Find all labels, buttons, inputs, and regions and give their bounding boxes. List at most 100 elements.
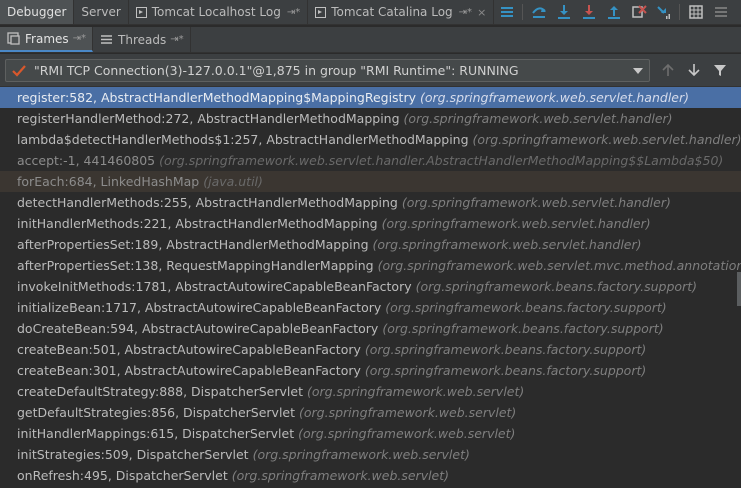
frame-package: (org.springframework.beans.factory.suppo… — [415, 279, 697, 294]
evaluate-expression-button[interactable] — [683, 0, 708, 24]
frame-package: (org.springframework.web.servlet) — [252, 447, 470, 462]
frame-method: accept:-1, 441460805 — [17, 153, 156, 168]
stack-frame-row[interactable]: invokeInitMethods:1781, AbstractAutowire… — [0, 276, 741, 297]
frame-package: (org.springframework.web.servlet) — [231, 468, 450, 483]
tab-debugger[interactable]: Debugger — [0, 0, 75, 24]
pin-tab-icon[interactable]: ⇥* — [73, 33, 86, 44]
drop-frame-icon — [632, 5, 647, 18]
stack-frame-row[interactable]: initStrategies:509, DispatcherServlet (or… — [0, 444, 741, 465]
tab-tomcat-localhost-log[interactable]: Tomcat Localhost Log ⇥* — [129, 0, 309, 24]
stack-frame-row[interactable]: onRefresh:495, DispatcherServlet (org.spr… — [0, 465, 741, 486]
stack-frame-row[interactable]: afterPropertiesSet:189, AbstractHandlerM… — [0, 234, 741, 255]
frame-package: (org.springframework.beans.factory.suppo… — [364, 363, 647, 378]
frames-icon — [7, 32, 20, 45]
frame-package: (org.springframework.web.servlet.handler… — [381, 216, 651, 231]
step-into-button[interactable] — [551, 0, 576, 24]
stack-frame-row[interactable]: accept:-1, 441460805 (org.springframework… — [0, 150, 741, 171]
frame-method: createDefaultStrategy:888, DispatcherSer… — [17, 384, 303, 399]
pin-tab-icon[interactable]: ⇥* — [459, 7, 472, 18]
frame-method: initHandlerMethods:221, AbstractHandlerM… — [17, 216, 378, 231]
stack-frame-row[interactable]: initHandlerMethods:221, AbstractHandlerM… — [0, 213, 741, 234]
calculator-icon — [689, 5, 703, 19]
stack-frame-row[interactable]: register:582, AbstractHandlerMethodMappi… — [0, 87, 741, 108]
log-console-icon — [135, 6, 147, 18]
frame-package: (org.springframework.web.servlet.handler… — [401, 195, 671, 210]
stack-frame-row[interactable]: afterPropertiesSet:138, RequestMappingHa… — [0, 255, 741, 276]
tab-threads[interactable]: Threads ⇥* — [93, 27, 191, 52]
thread-selector-row: "RMI TCP Connection(3)-127.0.0.1"@1,875 … — [0, 54, 741, 87]
close-tab-icon[interactable]: × — [477, 6, 486, 19]
tab-label: Tomcat Localhost Log — [151, 5, 281, 19]
toolbar-divider — [679, 4, 681, 20]
frame-method: forEach:684, LinkedHashMap — [17, 174, 200, 189]
force-step-into-icon — [582, 5, 595, 19]
stack-frame-row[interactable]: detectHandlerMethods:255, AbstractHandle… — [0, 192, 741, 213]
step-into-icon — [557, 5, 570, 19]
pin-tab-icon[interactable]: ⇥* — [287, 7, 300, 18]
frame-package: (org.springframework.beans.factory.suppo… — [382, 321, 664, 336]
frame-package: (org.springframework.web.servlet) — [306, 384, 525, 399]
frame-package: (java.util) — [203, 174, 263, 189]
frame-method: afterPropertiesSet:189, AbstractHandlerM… — [17, 237, 369, 252]
force-step-into-button[interactable] — [576, 0, 601, 24]
thread-dropdown[interactable]: "RMI TCP Connection(3)-127.0.0.1"@1,875 … — [5, 59, 650, 82]
stack-frame-row[interactable]: createDefaultStrategy:888, DispatcherSer… — [0, 381, 741, 402]
check-icon — [12, 64, 26, 77]
step-out-icon — [607, 6, 620, 19]
next-frame-button[interactable] — [684, 60, 704, 80]
filter-frames-button[interactable] — [710, 60, 730, 80]
tab-server[interactable]: Server — [74, 0, 129, 24]
frame-method: invokeInitMethods:1781, AbstractAutowire… — [17, 279, 412, 294]
stack-frame-row[interactable]: createBean:501, AbstractAutowireCapableB… — [0, 339, 741, 360]
frame-package: (org.springframework.web.servlet.handler… — [159, 153, 724, 168]
arrow-up-icon — [662, 63, 674, 76]
step-over-icon — [531, 7, 546, 18]
tab-label: Debugger — [7, 5, 67, 19]
stack-frame-row[interactable]: forEach:684, LinkedHashMap (java.util) — [0, 171, 741, 192]
frame-method: createBean:301, AbstractAutowireCapableB… — [17, 363, 361, 378]
frame-method: doCreateBean:594, AbstractAutowireCapabl… — [17, 321, 379, 336]
stack-frame-row[interactable]: registerHandlerMethod:272, AbstractHandl… — [0, 108, 741, 129]
tab-label: Server — [81, 5, 121, 19]
frame-package: (org.springframework.beans.factory.suppo… — [385, 300, 667, 315]
step-over-button[interactable] — [526, 0, 551, 24]
stack-frame-row[interactable]: createBean:301, AbstractAutowireCapableB… — [0, 360, 741, 381]
frame-method: afterPropertiesSet:138, RequestMappingHa… — [17, 258, 374, 273]
frames-list: register:582, AbstractHandlerMethodMappi… — [0, 87, 741, 488]
tab-tomcat-catalina-log[interactable]: Tomcat Catalina Log ⇥* × — [308, 0, 495, 24]
stack-frame-row[interactable]: initHandlerMappings:615, DispatcherServl… — [0, 423, 741, 444]
frame-method: onRefresh:495, DispatcherServlet — [17, 468, 228, 483]
tab-label: Tomcat Catalina Log — [331, 5, 453, 19]
chevron-down-icon — [633, 68, 643, 74]
frame-method: createBean:501, AbstractAutowireCapableB… — [17, 342, 361, 357]
drop-frame-button[interactable] — [626, 0, 651, 24]
toolbar-divider — [522, 4, 524, 20]
frame-package: (org.springframework.web.servlet.handler… — [420, 90, 689, 105]
tab-frames[interactable]: Frames ⇥* — [0, 27, 94, 52]
frame-package: (org.springframework.beans.factory.suppo… — [364, 342, 647, 357]
frame-package: (org.springframework.web.servlet.handler… — [472, 132, 741, 147]
tab-label: Threads — [118, 32, 167, 47]
frame-method: initHandlerMappings:615, DispatcherServl… — [17, 426, 295, 441]
trace-current-stream-button[interactable] — [708, 0, 733, 24]
frame-package: (org.springframework.web.servlet.mvc.met… — [377, 258, 741, 273]
frame-method: initStrategies:509, DispatcherServlet — [17, 447, 249, 462]
frame-method: registerHandlerMethod:272, AbstractHandl… — [17, 111, 400, 126]
threads-icon — [101, 35, 113, 44]
arrow-down-icon — [688, 64, 700, 77]
step-out-button[interactable] — [601, 0, 626, 24]
frame-method: initializeBean:1717, AbstractAutowireCap… — [17, 300, 382, 315]
stack-frame-row[interactable]: lambda$detectHandlerMethods$1:257, Abstr… — [0, 129, 741, 150]
frame-method: register:582, AbstractHandlerMethodMappi… — [17, 90, 416, 105]
previous-frame-button[interactable] — [658, 60, 678, 80]
frame-method: getDefaultStrategies:856, DispatcherServ… — [17, 405, 296, 420]
show-execution-point-icon — [500, 7, 513, 17]
stack-frame-row[interactable]: getDefaultStrategies:856, DispatcherServ… — [0, 402, 741, 423]
stack-frame-row[interactable]: doCreateBean:594, AbstractAutowireCapabl… — [0, 318, 741, 339]
stack-frame-row[interactable]: initializeBean:1717, AbstractAutowireCap… — [0, 297, 741, 318]
thread-selected-value: "RMI TCP Connection(3)-127.0.0.1"@1,875 … — [34, 63, 519, 78]
show-execution-point-button[interactable] — [494, 0, 519, 24]
scrollbar-thumb[interactable] — [737, 272, 741, 306]
run-to-cursor-button[interactable] — [651, 0, 676, 24]
pin-tab-icon[interactable]: ⇥* — [170, 34, 183, 45]
